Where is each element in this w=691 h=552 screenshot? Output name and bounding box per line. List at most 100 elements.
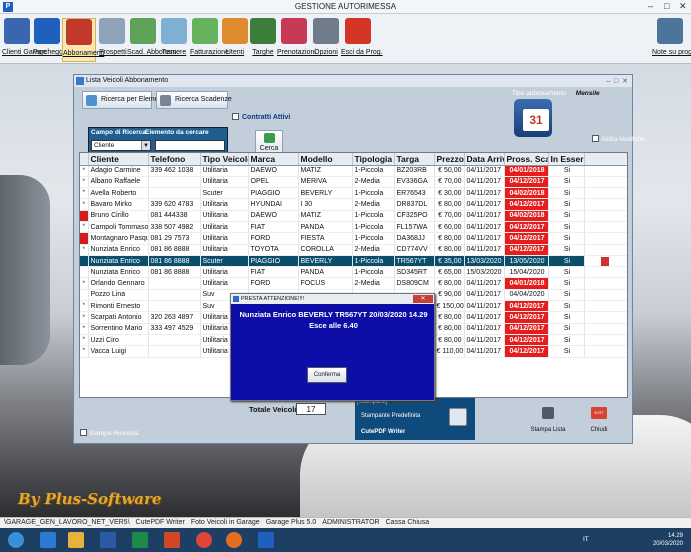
folder-icon[interactable] (68, 532, 84, 548)
tray-language[interactable]: IT (583, 536, 589, 543)
row-indicator[interactable]: * (80, 165, 89, 177)
checkbox-box[interactable] (232, 113, 239, 120)
window-controls[interactable]: – □ ✕ (606, 76, 628, 88)
status-item[interactable]: Foto Veicoli in Garage (191, 519, 260, 526)
window-maximize-button[interactable]: □ (614, 78, 618, 85)
minimize-button[interactable]: – (648, 1, 653, 11)
cell-scad: 04/02/2018 (504, 210, 549, 222)
close-button[interactable]: ✕ (679, 1, 687, 12)
toolbar-button-tessere[interactable]: Tessere (160, 18, 188, 62)
row-indicator[interactable]: * (80, 300, 89, 313)
campo-ricerca-select[interactable]: Cliente ▼ (91, 140, 151, 151)
row-indicator[interactable] (80, 210, 89, 222)
table-row[interactable]: Montagnaro Pasquale081 29 7573Utilitaria… (80, 232, 627, 245)
toolbar-button-prospetti[interactable]: Prospetti (99, 18, 127, 62)
chevron-down-icon[interactable]: ▼ (141, 141, 150, 150)
row-indicator[interactable]: * (80, 345, 89, 358)
row-indicator[interactable]: * (80, 176, 89, 189)
row-indicator[interactable]: * (80, 277, 89, 290)
column-header[interactable]: Telefono (148, 153, 201, 166)
column-header[interactable]: Pross. Scad. (504, 153, 549, 166)
excel-icon[interactable] (132, 532, 148, 548)
table-row[interactable]: Nunziata Enrico 081 86 8888 Utilitaria FIAT… (80, 266, 627, 279)
toolbar-button-clienti-garage[interactable]: Clienti Garage (2, 18, 47, 62)
chrome-icon[interactable] (196, 532, 212, 548)
toolbar-button-prenotazioni[interactable]: Prenotazioni (277, 18, 316, 62)
toolbar-button-utenti[interactable]: Utenti (222, 18, 248, 62)
table-row[interactable]: Bruno Cirillo 081 444338 Utilitaria DAEWO MA… (80, 210, 627, 222)
printer-icon[interactable] (449, 408, 467, 426)
toolbar-button-parcheggio[interactable]: Parcheggio (33, 18, 68, 62)
browser-icon[interactable] (40, 532, 56, 548)
table-row[interactable]: * Avella Roberto Scuter PIAGGIO BEVERLY 1-Pic… (80, 187, 627, 200)
chiudi-button[interactable]: EXIT Chiudi (579, 401, 619, 437)
table-row[interactable]: * Orlando Gennaro Utilitaria FORD FOCUS 2-Med… (80, 277, 627, 290)
delete-row-icon[interactable] (600, 256, 609, 266)
row-indicator[interactable]: * (80, 311, 89, 324)
powerpoint-icon[interactable] (164, 532, 180, 548)
elemento-cercare-input[interactable] (155, 140, 225, 151)
row-indicator[interactable]: * (80, 187, 89, 200)
row-indicator[interactable]: * (80, 323, 89, 335)
column-header[interactable]: Modello (298, 153, 353, 166)
column-header[interactable]: Targa (394, 153, 435, 166)
tray-clock[interactable]: 14.29 20/03/2020 (653, 532, 683, 548)
table-row[interactable]: * Nunziata Enrico 081 86 8888 Utilitaria TOY… (80, 244, 627, 256)
maximize-button[interactable]: □ (664, 1, 669, 11)
table-row[interactable]: * Bavaro Mirko 339 620 4783 Utilitaria HYUND… (80, 198, 627, 211)
column-header[interactable]: Tipo Veicolo (200, 153, 249, 166)
toolbar-button-esci-da-prog[interactable]: Esci da Prog. (341, 18, 383, 62)
table-row[interactable]: * Albano Raffaele Utilitaria OPEL MERIVA 2-Me… (80, 176, 627, 189)
cell-tel (148, 277, 201, 290)
stampa-ricevuta-checkbox[interactable]: Stampa Ricevuta (80, 429, 139, 437)
conferma-button[interactable]: Conferma (307, 367, 347, 383)
row-indicator[interactable] (80, 232, 89, 245)
toolbar-button-fatturazione[interactable]: Fatturazione (190, 18, 229, 62)
totale-veicoli-label: Totale Veicoli (249, 405, 297, 414)
printer-name[interactable]: CutePDF Writer (361, 429, 405, 435)
row-indicator[interactable]: * (80, 198, 89, 211)
row-indicator[interactable]: * (80, 221, 89, 234)
toolbar-button-abbonamenti[interactable]: Abbonamenti (62, 18, 104, 62)
window-minimize-button[interactable]: – (606, 78, 610, 85)
start-icon[interactable] (8, 532, 24, 548)
contratti-attivi-checkbox[interactable]: Contratti Attivi (232, 113, 290, 121)
toolbar-button-scad-abbonam[interactable]: Scad. Abbonam. (127, 18, 178, 62)
column-header[interactable]: Cliente (88, 153, 149, 166)
column-header[interactable] (80, 153, 89, 166)
status-item: ADMINISTRATOR (322, 519, 380, 526)
garage-app-icon[interactable] (258, 532, 274, 548)
column-header[interactable] (584, 153, 627, 166)
table-row[interactable]: Nunziata Enrico 081 86 8888 Scuter PIAGGIO B… (80, 255, 627, 268)
row-indicator[interactable] (80, 266, 89, 279)
row-indicator[interactable]: * (80, 244, 89, 256)
ricerca-elemento-button[interactable]: Ricerca per Elemento (82, 91, 168, 109)
cerca-label: Cerca (259, 145, 279, 152)
toolbar-button-targhe[interactable]: Targhe (250, 18, 276, 62)
row-indicator[interactable] (80, 289, 89, 302)
checkbox-box[interactable] (80, 429, 87, 436)
column-header[interactable]: Marca (248, 153, 299, 166)
word-icon[interactable] (100, 532, 116, 548)
window-close-button[interactable]: ✕ (622, 78, 628, 85)
checkbox-box[interactable] (592, 135, 599, 142)
column-header[interactable]: In Essere (548, 153, 585, 166)
cell-scad: 04/12/2017 (504, 300, 549, 313)
alert-close-button[interactable]: ✕ (413, 295, 433, 303)
column-header[interactable]: Prezzo (434, 153, 465, 166)
stampa-lista-button[interactable]: Stampa Lista (528, 401, 568, 437)
column-header[interactable]: Tipologia (352, 153, 395, 166)
firefox-icon[interactable] (226, 532, 242, 548)
status-item[interactable]: CutePDF Writer (136, 519, 185, 526)
cell-marca: FIAT (248, 221, 299, 234)
table-row[interactable]: * Adagio Carmine 339 462 1038 Utilitaria DAE… (80, 165, 627, 177)
status-item[interactable]: \GARAGE_GEN_LAVORO_NET_VER5\ (4, 519, 130, 526)
toolbar-button-note[interactable]: Note su prog (652, 18, 691, 62)
table-row[interactable]: * Campoli Tommaso 338 507 4982 Utilitaria FI… (80, 221, 627, 234)
row-indicator[interactable] (80, 255, 89, 268)
row-indicator[interactable]: * (80, 334, 89, 347)
ricerca-scadenze-button[interactable]: Ricerca Scadenze (156, 91, 232, 109)
toolbar-button-opzioni[interactable]: Opzioni (313, 18, 339, 62)
abilita-modifiche-checkbox[interactable]: Abilita Modifiche (592, 135, 645, 143)
column-header[interactable]: Data Arrivo (464, 153, 505, 166)
